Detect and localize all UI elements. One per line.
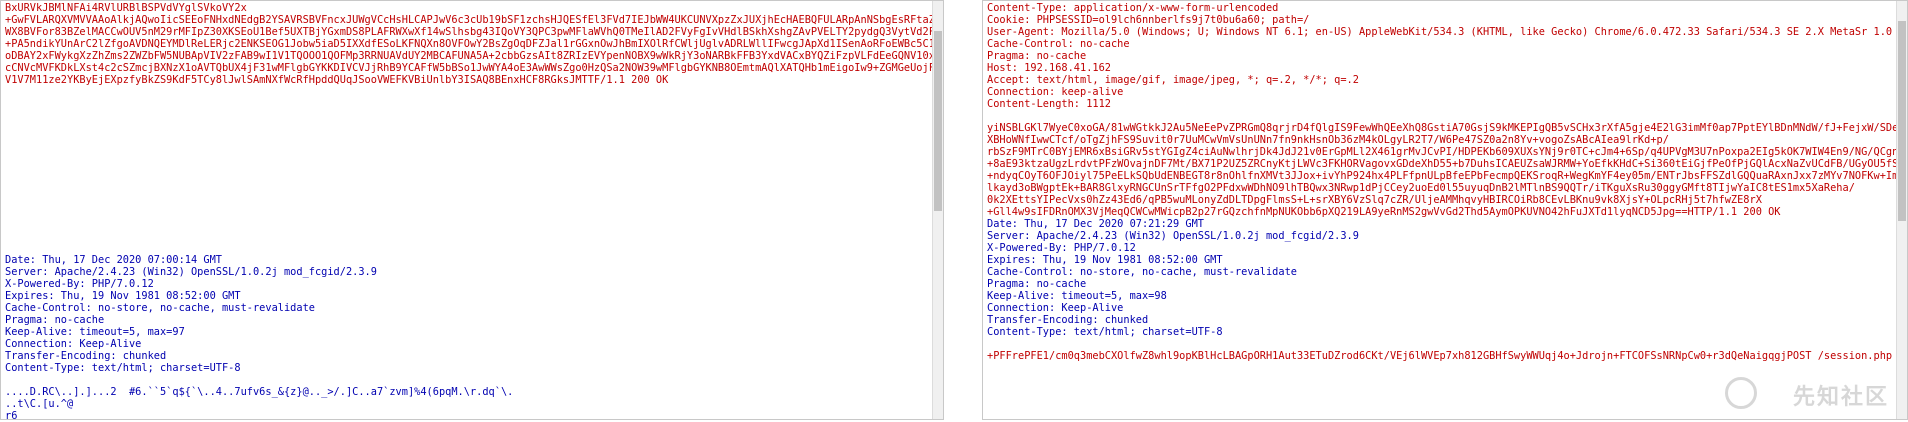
request-body-line (5, 206, 939, 218)
request-body-line (5, 122, 939, 134)
payload-line: XBHoWNfIwwCTcf/oTgZjhFS9Suvit0r7UuMCwVmV… (987, 134, 1669, 146)
response-header-line: Expires: Thu, 19 Nov 1981 08:52:00 GMT (5, 290, 241, 302)
request-body-line (5, 182, 939, 194)
request-body-line (5, 110, 939, 122)
request-body-line (5, 170, 939, 182)
scrollbar-thumb[interactable] (934, 31, 942, 211)
request-header-line: Cookie: PHPSESSID=ol9lch6nnberlfs9j7t0bu… (987, 14, 1310, 26)
request-body-line: WX8BVFor83BZelMACCwOUV5nM29rMFIpZ30XKSEo… (5, 26, 939, 38)
request-body-line: V1V7M11ze2YKByEjEXpzfyBkZS9KdF5TCy8lJwlS… (5, 74, 669, 86)
response-header-line: Date: Thu, 17 Dec 2020 07:00:14 GMT (5, 254, 222, 266)
payload-line: +ndyqCOyT6OFJOiyl75PeELkSQbUdENBEGT8r8nO… (987, 170, 1903, 182)
response-header-line: Cache-Control: no-store, no-cache, must-… (987, 266, 1297, 278)
request-header-line: Content-Type: application/x-www-form-url… (987, 2, 1279, 14)
request-body-line: oDBAY2xFWykgXzZhZms2ZWZbFW5NUBApVIV2zFAB… (5, 50, 939, 62)
response-header-line: Keep-Alive: timeout=5, max=98 (987, 290, 1167, 302)
watermark-logo-icon (1725, 377, 1757, 409)
payload-line: yiNSBLGKl7WyeC0xoGA/81wWGtkkJ2Au5NeEePvZ… (987, 122, 1903, 134)
request-header-line: User-Agent: Mozilla/5.0 (Windows; U; Win… (987, 26, 1893, 38)
payload-line: +Gll4w9sIFDRnOMX3VjMeqQCWCwMWicpB2p27rGQ… (987, 206, 1781, 218)
response-header-line: Content-Type: text/html; charset=UTF-8 (987, 326, 1223, 338)
response-header-line: Transfer-Encoding: chunked (5, 350, 167, 362)
response-header-line: Expires: Thu, 19 Nov 1981 08:52:00 GMT (987, 254, 1223, 266)
response-header-line: Transfer-Encoding: chunked (987, 314, 1149, 326)
vertical-scrollbar[interactable] (1896, 1, 1907, 419)
response-header-line: X-Powered-By: PHP/7.0.12 (5, 278, 154, 290)
response-header-line: Server: Apache/2.4.23 (Win32) OpenSSL/1.… (5, 266, 377, 278)
request-body-line (5, 230, 939, 242)
request-body-line (5, 218, 939, 230)
pane-gap (944, 0, 982, 422)
response-header-line: Server: Apache/2.4.23 (Win32) OpenSSL/1.… (987, 230, 1359, 242)
request-header-line: Accept: text/html, image/gif, image/jpeg… (987, 74, 1359, 86)
binary-data-line: ..t\C.[u.^@ (5, 398, 74, 410)
request-header-line: Content-Length: 1112 (987, 98, 1111, 110)
binary-data-line: ....D.RC\..].]...2 #6.``5`q${`\..4..7ufv… (5, 386, 514, 398)
response-header-line: Date: Thu, 17 Dec 2020 07:21:29 GMT (987, 218, 1204, 230)
response-header-line: X-Powered-By: PHP/7.0.12 (987, 242, 1136, 254)
response-header-line: Keep-Alive: timeout=5, max=97 (5, 326, 185, 338)
binary-data-line: r6 (5, 410, 18, 420)
request-body-line (5, 146, 939, 158)
response-header-line: Connection: Keep-Alive (5, 338, 142, 350)
response-header-line: Pragma: no-cache (5, 314, 105, 326)
vertical-scrollbar[interactable] (932, 1, 943, 419)
response-header-line: Connection: Keep-Alive (987, 302, 1124, 314)
request-body-line (5, 98, 939, 110)
payload-line: rbSzF9MTrC0BYjEMR6xBsiGRv5stYGIgZ4ciAuNw… (987, 146, 1903, 158)
request-body-line: cCNVcMVFKDkLXst4c2cSZmcjBXNzX1oAVTQbUX4j… (5, 62, 939, 74)
trailer-request-line: +PFFrePFE1/cm0q3mebCXOlfwZ8whl9opKBlHcLB… (987, 350, 1903, 362)
request-body-line (5, 158, 939, 170)
request-header-line: Connection: keep-alive (987, 86, 1124, 98)
request-header-line: Cache-Control: no-cache (987, 38, 1130, 50)
request-header-line: Host: 192.168.41.162 (987, 62, 1111, 74)
scrollbar-thumb[interactable] (1898, 21, 1906, 221)
right-tcp-stream-pane[interactable]: Content-Type: application/x-www-form-url… (982, 0, 1908, 420)
request-header-line: Pragma: no-cache (987, 50, 1087, 62)
payload-line: lkayd3oBWgptEk+BAR8GlxyRNGCUnSrTFfgO2PFd… (987, 182, 1855, 194)
request-body-line: +PA5ndikYUnArC2lZfgoAVDNQEYMDlReLERjc2EN… (5, 38, 939, 50)
response-header-line: Pragma: no-cache (987, 278, 1087, 290)
response-header-line: Content-Type: text/html; charset=UTF-8 (5, 362, 241, 374)
request-body-line: +GwFVLARQXVMVVAAoAlkjAQwoIicSEEoFNHxdNEd… (5, 14, 939, 26)
request-body-line (5, 242, 939, 254)
response-header-line: Cache-Control: no-store, no-cache, must-… (5, 302, 315, 314)
request-body-line (5, 194, 939, 206)
request-body-line: BxURVkJBMlNFAi4RVlURBlBSPVdVYglSVkoVY2x (5, 2, 247, 14)
request-body-line (5, 134, 939, 146)
payload-line: 0k2XEttsYIPecVxs0hZz43Ed6/qPB5wuMLonyZdD… (987, 194, 1762, 206)
request-body-line (5, 86, 939, 98)
watermark-text: 先知社区 (1792, 385, 1889, 410)
payload-line: +8aE93ktzaUgzLrdvtPFzWOvajnDF7Mt/BX71P2U… (987, 158, 1903, 170)
left-tcp-stream-pane[interactable]: BxURVkJBMlNFAi4RVlURBlBSPVdVYglSVkoVY2x … (0, 0, 944, 420)
